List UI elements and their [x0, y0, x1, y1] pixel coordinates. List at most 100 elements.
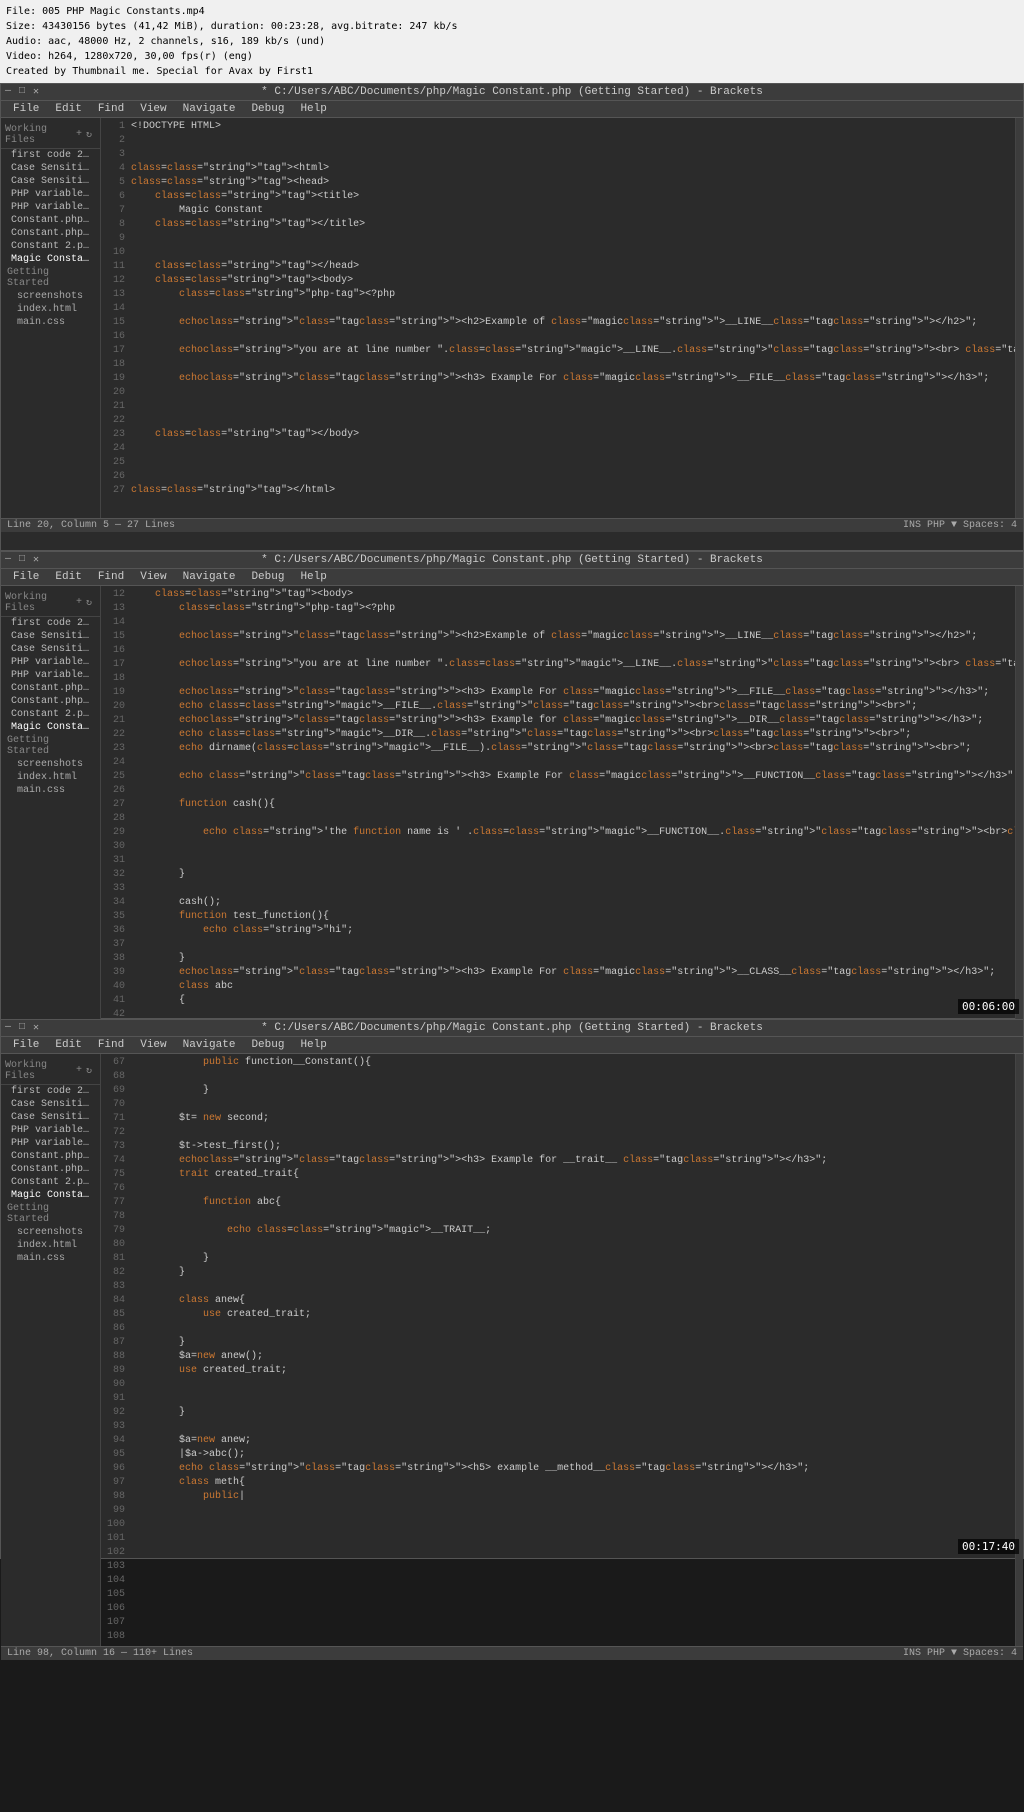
- code-area-1[interactable]: 1<!DOCTYPE HTML>2 3 4class=class="string…: [101, 118, 1015, 518]
- menu-view-1[interactable]: View: [132, 101, 174, 117]
- sidebar-item-casesens2-2[interactable]: Case Sensitivity 2.php: [1, 643, 100, 656]
- menu-navigate-3[interactable]: Navigate: [175, 1037, 244, 1053]
- sidebar-sub-screenshots-2[interactable]: screenshots: [1, 758, 100, 771]
- titlebar-icon-minimize-3[interactable]: —: [5, 1022, 11, 1034]
- sidebar-sub-maincss[interactable]: main.css: [1, 316, 100, 329]
- sidebar-item-phpvars2[interactable]: PHP variables 2.php: [1, 201, 100, 214]
- code-line: 68: [101, 1070, 1015, 1084]
- sidebar-sub-maincss-2[interactable]: main.css: [1, 784, 100, 797]
- sidebar-item-phpvars1[interactable]: PHP variables 2.php: [1, 188, 100, 201]
- line-content: [131, 854, 1015, 868]
- menu-debug-2[interactable]: Debug: [243, 569, 292, 585]
- code-line: 88 $a=new anew();: [101, 1350, 1015, 1364]
- menu-view-3[interactable]: View: [132, 1037, 174, 1053]
- titlebar-icon-maximize-2[interactable]: □: [19, 554, 25, 566]
- menu-file-2[interactable]: File: [5, 569, 47, 585]
- code-area-3[interactable]: 67 public function__Constant(){68 69 }70…: [101, 1054, 1015, 1646]
- titlebar-icon-close-3[interactable]: ✕: [33, 1022, 39, 1034]
- code-line: 79 echo class=class="string">"magic">__T…: [101, 1224, 1015, 1238]
- menu-help-2[interactable]: Help: [292, 569, 334, 585]
- sidebar-refresh-icon-3[interactable]: ↻: [86, 1065, 92, 1077]
- sidebar-item-const-php[interactable]: Constant.php – php: [1, 214, 100, 227]
- sidebar-item-phpvars2-2[interactable]: PHP variables 2.php: [1, 669, 100, 682]
- titlebar-icon-close[interactable]: ✕: [33, 86, 39, 98]
- sidebar-sub-index[interactable]: index.html: [1, 303, 100, 316]
- code-line: 8 class=class="string">"tag"></title>: [101, 218, 1015, 232]
- line-number: 30: [101, 840, 131, 854]
- menu-navigate-2[interactable]: Navigate: [175, 569, 244, 585]
- getting-started-1[interactable]: Getting Started: [1, 266, 100, 290]
- menu-help-1[interactable]: Help: [292, 101, 334, 117]
- line-number: 84: [101, 1294, 131, 1308]
- menu-help-3[interactable]: Help: [292, 1037, 334, 1053]
- code-line: 92 }: [101, 1406, 1015, 1420]
- menu-edit-2[interactable]: Edit: [47, 569, 89, 585]
- code-line: 81 }: [101, 1252, 1015, 1266]
- sidebar-add-icon[interactable]: +: [76, 129, 82, 141]
- sidebar-item-const2-3[interactable]: Constant 2.php: [1, 1176, 100, 1189]
- menu-edit-1[interactable]: Edit: [47, 101, 89, 117]
- menu-view-2[interactable]: View: [132, 569, 174, 585]
- code-line: 34 cash();: [101, 896, 1015, 910]
- menu-file-1[interactable]: File: [5, 101, 47, 117]
- scrollbar-3[interactable]: [1015, 1054, 1023, 1646]
- sidebar-item-const2-2[interactable]: Constant 2.php: [1, 708, 100, 721]
- menu-debug-3[interactable]: Debug: [243, 1037, 292, 1053]
- menu-file-3[interactable]: File: [5, 1037, 47, 1053]
- titlebar-icon-minimize[interactable]: —: [5, 86, 11, 98]
- sidebar-item-magic-3[interactable]: Magic Constant.php: [1, 1189, 100, 1202]
- sidebar-item-const2[interactable]: Constant 2.php: [1, 240, 100, 253]
- sidebar-add-icon-3[interactable]: +: [76, 1065, 82, 1077]
- line-content: [131, 400, 1015, 414]
- line-number: 93: [101, 1420, 131, 1434]
- titlebar-icon-close-2[interactable]: ✕: [33, 554, 39, 566]
- sidebar-item-const-text[interactable]: Constant.php – text: [1, 227, 100, 240]
- sidebar-3: Working Files + ↻ first code 2.php Case …: [1, 1054, 101, 1646]
- menu-edit-3[interactable]: Edit: [47, 1037, 89, 1053]
- scrollbar-1[interactable]: [1015, 118, 1023, 518]
- sidebar-item-const-php-3[interactable]: Constant.php – php: [1, 1150, 100, 1163]
- sidebar-item-casesens1[interactable]: Case Sensitivity 2.php: [1, 162, 100, 175]
- line-content: echo class=class="string">"magic">__FILE…: [131, 700, 1015, 714]
- sidebar-item-casesens2-3[interactable]: Case Sensitivity 2.php: [1, 1111, 100, 1124]
- sidebar-sub-index-3[interactable]: index.html: [1, 1239, 100, 1252]
- sidebar-item-casesens1-3[interactable]: Case Sensitivity 2.php: [1, 1098, 100, 1111]
- sidebar-sub-maincss-3[interactable]: main.css: [1, 1252, 100, 1265]
- line-number: 22: [101, 728, 131, 742]
- sidebar-item-casesens1-2[interactable]: Case Sensitivity 2.php: [1, 630, 100, 643]
- titlebar-icon-maximize-3[interactable]: □: [19, 1022, 25, 1034]
- titlebar-icon-minimize-2[interactable]: —: [5, 554, 11, 566]
- code-line: 93: [101, 1420, 1015, 1434]
- sidebar-item-magic[interactable]: Magic Constant.php: [1, 253, 100, 266]
- titlebar-icon-maximize[interactable]: □: [19, 86, 25, 98]
- sidebar-item-casesens2[interactable]: Case Sensitivity 2.php: [1, 175, 100, 188]
- menu-find-3[interactable]: Find: [90, 1037, 132, 1053]
- sidebar-item-firstcode-3[interactable]: first code 2.php: [1, 1085, 100, 1098]
- getting-started-3[interactable]: Getting Started: [1, 1202, 100, 1226]
- sidebar-item-firstcode-2[interactable]: first code 2.php: [1, 617, 100, 630]
- sidebar-sub-screenshots[interactable]: screenshots: [1, 290, 100, 303]
- sidebar-item-phpvars1-3[interactable]: PHP variables 2.php: [1, 1124, 100, 1137]
- sidebar-item-phpvars2-3[interactable]: PHP variables 2.php: [1, 1137, 100, 1150]
- menu-debug-1[interactable]: Debug: [243, 101, 292, 117]
- sidebar-refresh-icon-2[interactable]: ↻: [86, 597, 92, 609]
- menu-navigate-1[interactable]: Navigate: [175, 101, 244, 117]
- line-content: |$a->abc();: [131, 1448, 1015, 1462]
- sidebar-sub-index-2[interactable]: index.html: [1, 771, 100, 784]
- line-number: 25: [101, 456, 131, 470]
- line-content: echo dirname(class=class="string">"magic…: [131, 742, 1015, 756]
- sidebar-item-const-php-2[interactable]: Constant.php – php: [1, 682, 100, 695]
- code-line: 26: [101, 470, 1015, 484]
- sidebar-item-phpvars1-2[interactable]: PHP variables 2.php: [1, 656, 100, 669]
- sidebar-item-const-text-2[interactable]: Constant.php – text: [1, 695, 100, 708]
- getting-started-2[interactable]: Getting Started: [1, 734, 100, 758]
- sidebar-sub-screenshots-3[interactable]: screenshots: [1, 1226, 100, 1239]
- menu-find-1[interactable]: Find: [90, 101, 132, 117]
- sidebar-item-const-text-3[interactable]: Constant.php – text: [1, 1163, 100, 1176]
- line-content: $a=new anew();: [131, 1350, 1015, 1364]
- sidebar-item-magic-2[interactable]: Magic Constant.php: [1, 721, 100, 734]
- sidebar-add-icon-2[interactable]: +: [76, 597, 82, 609]
- sidebar-refresh-icon[interactable]: ↻: [86, 129, 92, 141]
- sidebar-item-firstcode[interactable]: first code 2.php: [1, 149, 100, 162]
- menu-find-2[interactable]: Find: [90, 569, 132, 585]
